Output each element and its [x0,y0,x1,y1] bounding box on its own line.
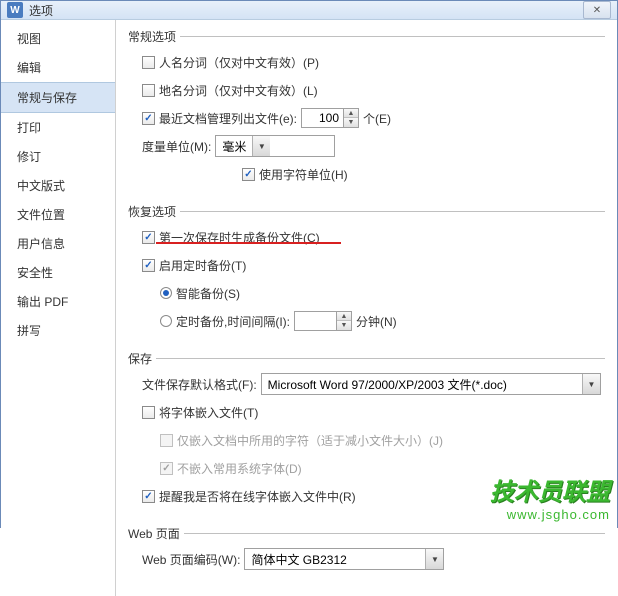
spinner-recent-docs[interactable]: ▲ ▼ [301,108,359,128]
dropdown-default-format[interactable]: Microsoft Word 97/2000/XP/2003 文件(*.doc)… [261,373,601,395]
spinner-up-icon[interactable]: ▲ [344,109,358,118]
sidebar-item-file-location[interactable]: 文件位置 [1,200,115,229]
label-timed-backup: 启用定时备份(T) [159,257,246,274]
label-embed-fonts: 将字体嵌入文件(T) [159,404,258,421]
sidebar-item-view[interactable]: 视图 [1,24,115,53]
dialog-body: 视图 编辑 常规与保存 打印 修订 中文版式 文件位置 用户信息 安全性 输出 … [1,20,617,596]
sidebar-item-output-pdf[interactable]: 输出 PDF [1,287,115,316]
checkbox-remind-online-fonts[interactable] [142,490,155,503]
sidebar-item-spelling[interactable]: 拼写 [1,316,115,345]
label-timed-interval: 定时备份,时间间隔(I): [176,313,290,330]
options-dialog: W 选项 ✕ 视图 编辑 常规与保存 打印 修订 中文版式 文件位置 用户信息 … [0,0,618,528]
checkbox-recent-docs[interactable] [142,112,155,125]
label-recent-docs: 最近文档管理列出文件(e): [159,110,297,127]
spinner-backup-interval-input[interactable] [294,311,336,331]
sidebar-item-edit[interactable]: 编辑 [1,53,115,82]
label-first-save-backup: 第一次保存时生成备份文件(C) [159,229,320,246]
label-measure-unit: 度量单位(M): [142,138,211,155]
label-char-unit: 使用字符单位(H) [259,166,348,183]
sidebar: 视图 编辑 常规与保存 打印 修订 中文版式 文件位置 用户信息 安全性 输出 … [1,20,116,596]
label-smart-backup: 智能备份(S) [176,285,240,302]
legend-save: 保存 [128,350,605,367]
dropdown-measure-unit[interactable]: 毫米 ▼ [215,135,335,157]
dropdown-measure-value: 毫米 [216,136,252,156]
label-embed-used-only: 仅嵌入文档中所用的字符（适于减小文件大小）(J) [177,432,443,449]
spinner-down-icon[interactable]: ▼ [337,321,351,330]
label-no-common-fonts: 不嵌入常用系统字体(D) [177,460,302,477]
chevron-down-icon[interactable]: ▼ [252,136,270,156]
spinner-recent-docs-input[interactable] [301,108,343,128]
sidebar-item-cjk-layout[interactable]: 中文版式 [1,171,115,200]
checkbox-place-seg[interactable] [142,84,155,97]
label-place-seg: 地名分词（仅对中文有效）(L) [159,82,318,99]
checkbox-char-unit[interactable] [242,168,255,181]
chevron-down-icon[interactable]: ▼ [582,374,600,394]
content-panel: 常规选项 人名分词（仅对中文有效）(P) 地名分词（仅对中文有效）(L) [116,20,617,596]
fieldset-general: 常规选项 人名分词（仅对中文有效）(P) 地名分词（仅对中文有效）(L) [128,28,605,195]
spinner-down-icon[interactable]: ▼ [344,118,358,127]
dropdown-web-encoding[interactable]: 简体中文 GB2312 ▼ [244,548,444,570]
checkbox-no-common-fonts [160,462,173,475]
spinner-backup-interval[interactable]: ▲ ▼ [294,311,352,331]
checkbox-name-seg[interactable] [142,56,155,69]
radio-timed-backup[interactable] [160,315,172,327]
dropdown-default-format-value: Microsoft Word 97/2000/XP/2003 文件(*.doc) [262,374,582,394]
sidebar-item-general-save[interactable]: 常规与保存 [1,82,115,113]
sidebar-item-security[interactable]: 安全性 [1,258,115,287]
close-button[interactable]: ✕ [583,1,611,19]
window-title: 选项 [29,2,583,19]
label-remind-online-fonts: 提醒我是否将在线字体嵌入文件中(R) [159,488,356,505]
sidebar-item-print[interactable]: 打印 [1,113,115,142]
checkbox-timed-backup[interactable] [142,259,155,272]
label-name-seg: 人名分词（仅对中文有效）(P) [159,54,319,71]
fieldset-web: Web 页面 Web 页面编码(W): 简体中文 GB2312 ▼ [128,525,605,580]
titlebar: W 选项 ✕ [1,1,617,20]
spinner-up-icon[interactable]: ▲ [337,312,351,321]
label-web-encoding: Web 页面编码(W): [142,551,240,568]
checkbox-embed-used-only [160,434,173,447]
fieldset-save: 保存 文件保存默认格式(F): Microsoft Word 97/2000/X… [128,350,605,517]
legend-recovery: 恢复选项 [128,203,605,220]
checkbox-first-save-backup[interactable] [142,231,155,244]
dropdown-web-encoding-value: 简体中文 GB2312 [245,549,425,569]
radio-smart-backup[interactable] [160,287,172,299]
sidebar-item-user-info[interactable]: 用户信息 [1,229,115,258]
legend-general: 常规选项 [128,28,605,45]
chevron-down-icon[interactable]: ▼ [425,549,443,569]
label-backup-unit: 分钟(N) [356,313,397,330]
label-default-format: 文件保存默认格式(F): [142,376,257,393]
fieldset-recovery: 恢复选项 第一次保存时生成备份文件(C) 启用定时备份(T) [128,203,605,342]
checkbox-embed-fonts[interactable] [142,406,155,419]
app-icon: W [7,2,23,18]
label-recent-docs-unit: 个(E) [363,110,391,127]
sidebar-item-revision[interactable]: 修订 [1,142,115,171]
